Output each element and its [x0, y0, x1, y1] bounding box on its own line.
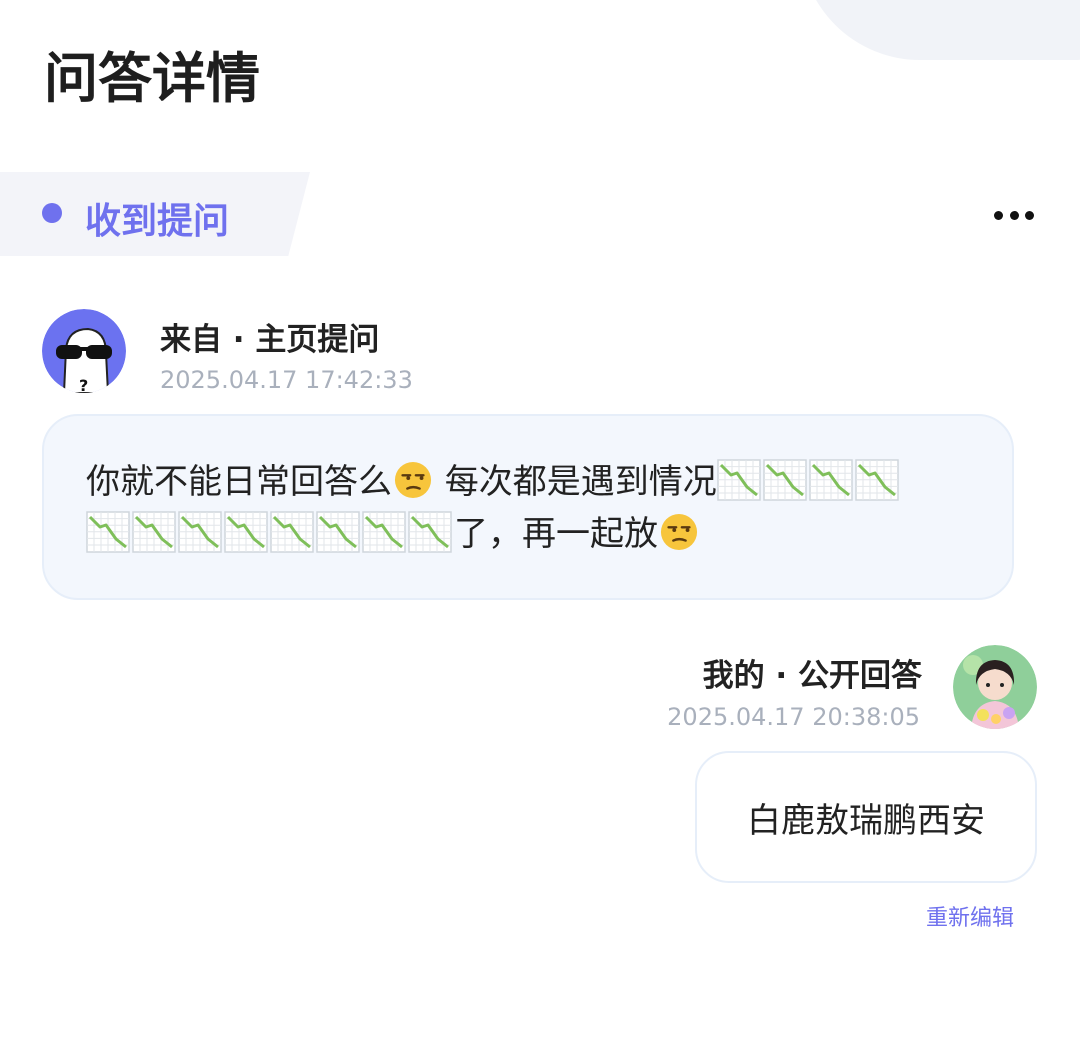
unamused-face-icon: [394, 461, 432, 499]
chart-decreasing-icon: [763, 459, 807, 501]
question-text-part: 了，再一起放: [454, 514, 658, 554]
question-timestamp: 2025.04.17 17:42:33: [160, 366, 413, 394]
unamused-face-icon: [660, 513, 698, 551]
answer-timestamp: 2025.04.17 20:38:05: [667, 703, 920, 731]
anonymous-sunglasses-avatar-icon: ?: [42, 309, 126, 393]
more-dot-icon: [1025, 210, 1034, 220]
more-options-button[interactable]: [994, 200, 1034, 230]
asker-avatar[interactable]: ?: [42, 309, 126, 393]
chart-decreasing-icon: [132, 511, 176, 553]
qa-detail-page: 问答详情 收到提问 ? 来自 · 主页提问 2025.04.17 17:42:3…: [0, 0, 1080, 1040]
user-photo-avatar-icon: [953, 645, 1037, 729]
question-text-part: 每次都是遇到情况: [434, 462, 717, 502]
chart-decreasing-icon: [86, 511, 130, 553]
more-dot-icon: [1009, 210, 1019, 220]
answer-text: 白鹿敖瑞鹏西安: [747, 800, 985, 841]
decorative-corner-shape: [800, 0, 1080, 60]
section-label: 收到提问: [85, 201, 230, 242]
chart-decreasing-icon: [362, 511, 406, 553]
my-avatar[interactable]: [953, 645, 1037, 729]
chart-decreasing-icon: [270, 511, 314, 553]
chart-decreasing-icon: [717, 459, 761, 501]
more-dot-icon: [994, 210, 1003, 220]
answer-bubble: 白鹿敖瑞鹏西安: [695, 751, 1037, 883]
question-text: 你就不能日常回答么 每次都是遇到情况了，再一起放: [86, 456, 970, 560]
question-text-part: 你就不能日常回答么: [86, 462, 392, 502]
question-source: 来自 · 主页提问: [160, 322, 380, 358]
page-title: 问答详情: [44, 47, 260, 110]
chart-decreasing-icon: [855, 459, 899, 501]
chart-decreasing-icon: [224, 511, 268, 553]
chart-decreasing-icon: [809, 459, 853, 501]
chart-decreasing-icon: [316, 511, 360, 553]
chart-decreasing-icon: [178, 511, 222, 553]
question-bubble: 你就不能日常回答么 每次都是遇到情况了，再一起放: [42, 414, 1014, 600]
section-dot-icon: [42, 203, 62, 223]
chart-decreasing-icon: [408, 511, 452, 553]
svg-text:?: ?: [79, 376, 88, 393]
answer-source: 我的 · 公开回答: [702, 658, 922, 694]
reedit-button[interactable]: 重新编辑: [926, 900, 1014, 932]
